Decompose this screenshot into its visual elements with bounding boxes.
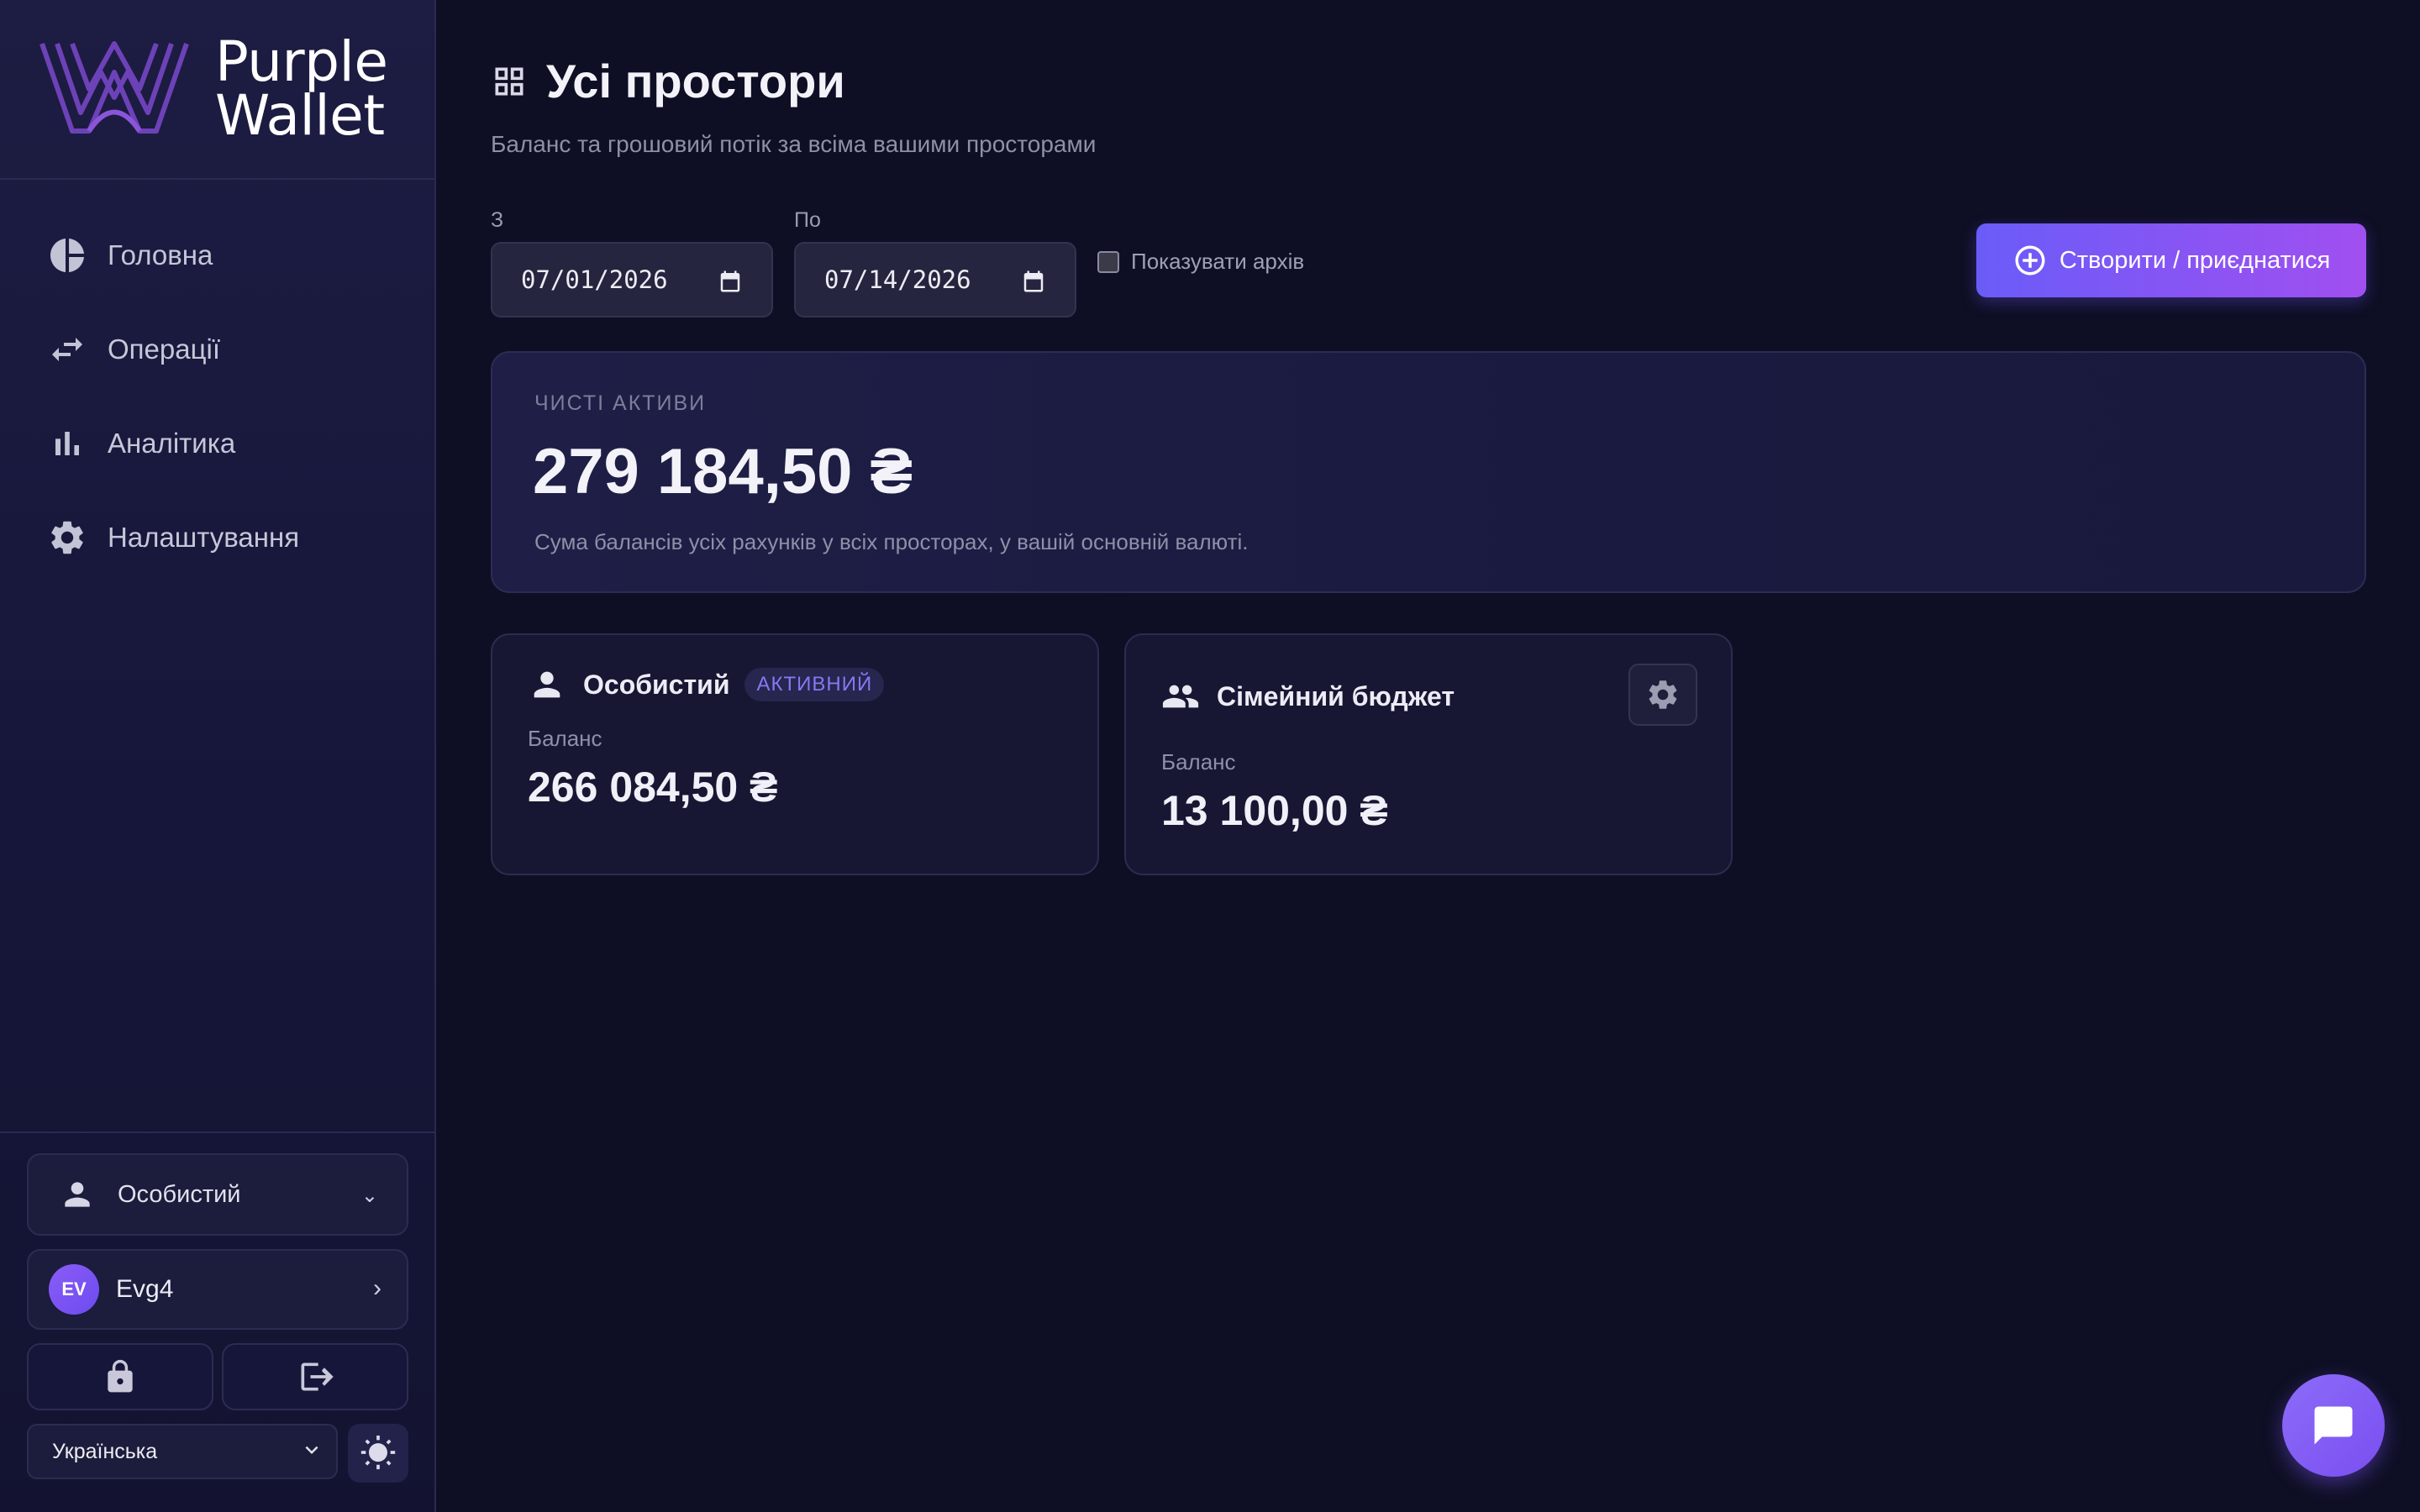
date-from-value: 07/01/2026 bbox=[521, 265, 668, 294]
space-card-personal[interactable]: Особистий АКТИВНИЙ Баланс 266 084,50 ₴ bbox=[491, 633, 1099, 875]
person-icon bbox=[534, 671, 560, 698]
user-profile[interactable]: EV Evg4 › bbox=[27, 1249, 408, 1330]
page-header: Усі простори bbox=[491, 54, 845, 108]
create-join-label: Створити / приєднатися bbox=[2059, 246, 2331, 274]
grid-icon bbox=[495, 67, 523, 95]
show-archive-label: Показувати архів bbox=[1131, 249, 1305, 274]
chevron-down-icon bbox=[299, 1437, 324, 1468]
sidebar-footer: Особистий ⌄ EV Evg4 › Українська bbox=[0, 1131, 436, 1512]
net-assets-caption: ЧИСТІ АКТИВИ bbox=[534, 391, 707, 415]
create-join-button[interactable]: Створити / приєднатися bbox=[1976, 223, 2366, 297]
net-assets-card: ЧИСТІ АКТИВИ 279 184,50 ₴ Сума балансів … bbox=[491, 351, 2366, 593]
chevron-right-icon: › bbox=[373, 1274, 381, 1302]
balance-amount: 266 084,50 ₴ bbox=[528, 764, 778, 811]
status-badge: АКТИВНИЙ bbox=[744, 668, 885, 701]
date-from-input[interactable]: 07/01/2026 bbox=[491, 242, 773, 318]
sidebar-item-label: Аналітика bbox=[108, 428, 236, 459]
sidebar-item-operations[interactable]: Операції bbox=[0, 302, 434, 396]
brand-line-2: Wallet bbox=[215, 83, 385, 148]
space-selector-label: Особистий bbox=[118, 1180, 241, 1208]
sidebar-item-label: Налаштування bbox=[108, 522, 300, 553]
avatar: EV bbox=[49, 1264, 99, 1315]
bar-chart-icon bbox=[55, 432, 79, 455]
logout-icon bbox=[301, 1362, 334, 1391]
gear-icon bbox=[1649, 680, 1677, 709]
chat-button[interactable] bbox=[2282, 1374, 2385, 1477]
sidebar-item-label: Операції bbox=[108, 333, 220, 365]
net-assets-amount: 279 184,50 ₴ bbox=[533, 436, 913, 507]
gear-icon bbox=[51, 521, 83, 554]
chevron-down-icon: ⌄ bbox=[360, 1184, 378, 1207]
sidebar-nav: Головна Операції Аналітика Налаштування bbox=[0, 208, 434, 585]
space-card-family[interactable]: Сімейний бюджет Баланс 13 100,00 ₴ bbox=[1124, 633, 1733, 875]
person-icon bbox=[65, 1182, 90, 1207]
swap-arrows-icon bbox=[52, 338, 82, 361]
chat-bubble-icon bbox=[2314, 1406, 2353, 1445]
sidebar-item-home[interactable]: Головна bbox=[0, 208, 434, 302]
balance-label: Баланс bbox=[1161, 749, 1236, 774]
group-icon bbox=[1162, 685, 1199, 708]
user-name: Evg4 bbox=[116, 1275, 174, 1303]
theme-toggle-button[interactable] bbox=[348, 1424, 408, 1483]
calendar-icon[interactable] bbox=[718, 269, 743, 294]
main-content: Усі простори Баланс та грошовий потік за… bbox=[491, 0, 2366, 1512]
sun-icon bbox=[360, 1436, 396, 1470]
show-archive-checkbox[interactable] bbox=[1097, 250, 1119, 273]
balance-label: Баланс bbox=[528, 726, 602, 751]
logo-icon bbox=[39, 41, 189, 134]
space-card-header: Особистий АКТИВНИЙ bbox=[528, 665, 885, 704]
pie-chart-icon bbox=[50, 239, 84, 272]
space-settings-button[interactable] bbox=[1628, 664, 1697, 726]
language-select[interactable]: Українська bbox=[27, 1424, 338, 1479]
net-assets-note: Сума балансів усіх рахунків у всіх прост… bbox=[534, 529, 1249, 554]
add-circle-icon bbox=[2015, 245, 2045, 276]
space-name: Сімейний бюджет bbox=[1217, 680, 1455, 711]
language-value: Українська bbox=[52, 1439, 158, 1463]
page-subtitle: Баланс та грошовий потік за всіма вашими… bbox=[491, 131, 1097, 157]
logo-area: Purple Wallet bbox=[0, 0, 434, 180]
logout-button[interactable] bbox=[222, 1343, 408, 1410]
page-title: Усі простори bbox=[546, 55, 845, 108]
lock-button[interactable] bbox=[27, 1343, 213, 1410]
calendar-icon[interactable] bbox=[1021, 269, 1046, 294]
date-from-label: З bbox=[491, 208, 504, 232]
balance-amount: 13 100,00 ₴ bbox=[1161, 787, 1388, 834]
sidebar: Purple Wallet Головна Операції Аналітика… bbox=[0, 0, 436, 1512]
space-card-header: Сімейний бюджет bbox=[1161, 677, 1455, 716]
brand-name: Purple Wallet bbox=[215, 29, 388, 148]
lock-icon bbox=[108, 1359, 133, 1393]
space-selector[interactable]: Особистий ⌄ bbox=[27, 1153, 408, 1236]
show-archive-toggle[interactable]: Показувати архів bbox=[1097, 249, 1304, 275]
date-to-label: По bbox=[794, 208, 821, 232]
sidebar-item-label: Головна bbox=[108, 239, 213, 270]
sidebar-item-settings[interactable]: Налаштування bbox=[0, 491, 434, 585]
sidebar-item-analytics[interactable]: Аналітика bbox=[0, 396, 434, 491]
date-to-value: 07/14/2026 bbox=[824, 265, 971, 294]
date-to-input[interactable]: 07/14/2026 bbox=[794, 242, 1076, 318]
brand-line-1: Purple bbox=[215, 29, 388, 94]
space-name: Особистий bbox=[583, 669, 730, 700]
